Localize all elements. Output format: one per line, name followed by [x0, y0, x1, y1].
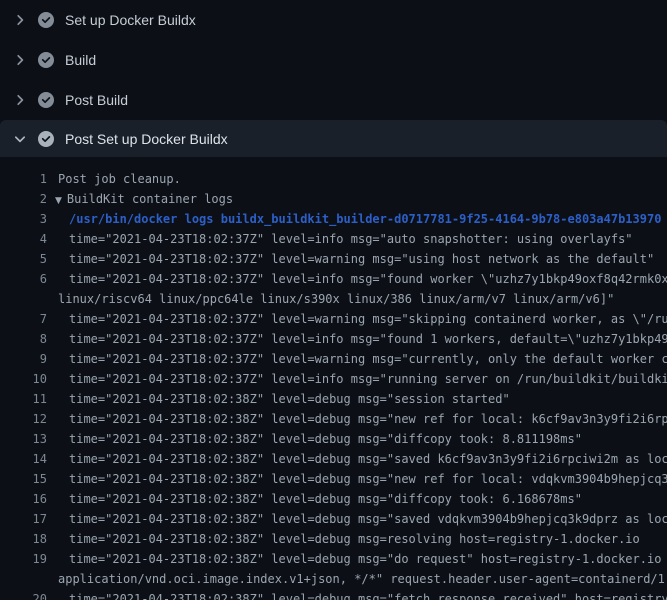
chevron-right-icon: [12, 52, 28, 68]
log-row: 8time="2021-04-23T18:02:37Z" level=info …: [0, 329, 667, 349]
chevron-down-icon: [12, 131, 28, 147]
line-number[interactable]: 17: [0, 509, 47, 529]
chevron-right-icon: [12, 92, 28, 108]
log-text: time="2021-04-23T18:02:38Z" level=debug …: [47, 509, 667, 529]
log-row: 2▼BuildKit container logs: [0, 189, 667, 209]
log-row: 10time="2021-04-23T18:02:37Z" level=info…: [0, 369, 667, 389]
log-text: time="2021-04-23T18:02:38Z" level=debug …: [47, 449, 667, 469]
line-number[interactable]: 18: [0, 529, 47, 549]
step-label: Build: [65, 52, 96, 68]
log-text: time="2021-04-23T18:02:37Z" level=info m…: [47, 369, 667, 389]
line-number[interactable]: 16: [0, 489, 47, 509]
log-row: 12time="2021-04-23T18:02:38Z" level=debu…: [0, 409, 667, 429]
line-number[interactable]: 2: [0, 189, 47, 209]
step-label: Set up Docker Buildx: [65, 12, 196, 28]
log-viewer: 1Post job cleanup.2▼BuildKit container l…: [0, 157, 667, 600]
log-text: time="2021-04-23T18:02:38Z" level=debug …: [47, 549, 667, 569]
line-number[interactable]: 6: [0, 269, 47, 289]
line-number[interactable]: 10: [0, 369, 47, 389]
log-row: 3/usr/bin/docker logs buildx_buildkit_bu…: [0, 209, 667, 229]
line-number[interactable]: 14: [0, 449, 47, 469]
check-circle-icon: [38, 92, 54, 108]
log-text: time="2021-04-23T18:02:37Z" level=info m…: [47, 269, 667, 289]
log-text: time="2021-04-23T18:02:37Z" level=info m…: [47, 229, 633, 249]
log-row: 18time="2021-04-23T18:02:38Z" level=debu…: [0, 529, 667, 549]
check-circle-icon: [38, 52, 54, 68]
line-number[interactable]: 13: [0, 429, 47, 449]
log-text: time="2021-04-23T18:02:38Z" level=debug …: [47, 529, 640, 549]
line-number[interactable]: 5: [0, 249, 47, 269]
line-number[interactable]: 19: [0, 549, 47, 569]
log-row: 15time="2021-04-23T18:02:38Z" level=debu…: [0, 469, 667, 489]
log-row: linux/riscv64 linux/ppc64le linux/s390x …: [0, 289, 667, 309]
log-row: 1Post job cleanup.: [0, 169, 667, 189]
line-number[interactable]: 11: [0, 389, 47, 409]
log-text: time="2021-04-23T18:02:37Z" level=info m…: [47, 329, 667, 349]
check-circle-icon: [38, 12, 54, 28]
log-row: 19time="2021-04-23T18:02:38Z" level=debu…: [0, 549, 667, 569]
log-row: 17time="2021-04-23T18:02:38Z" level=debu…: [0, 509, 667, 529]
step-label: Post Build: [65, 92, 128, 108]
log-text: linux/riscv64 linux/ppc64le linux/s390x …: [47, 289, 614, 309]
log-row: 5time="2021-04-23T18:02:37Z" level=warni…: [0, 249, 667, 269]
step-row-post-build[interactable]: Post Build: [0, 80, 667, 120]
line-number[interactable]: 3: [0, 209, 47, 229]
log-row: 14time="2021-04-23T18:02:38Z" level=debu…: [0, 449, 667, 469]
line-number[interactable]: 4: [0, 229, 47, 249]
log-text: time="2021-04-23T18:02:38Z" level=debug …: [47, 589, 667, 600]
log-row: 11time="2021-04-23T18:02:38Z" level=debu…: [0, 389, 667, 409]
log-text: Post job cleanup.: [47, 169, 181, 189]
check-circle-icon: [38, 131, 54, 147]
step-row-build[interactable]: Build: [0, 40, 667, 80]
log-text: time="2021-04-23T18:02:38Z" level=debug …: [47, 429, 582, 449]
log-text: time="2021-04-23T18:02:38Z" level=debug …: [47, 489, 582, 509]
log-row: 6time="2021-04-23T18:02:37Z" level=info …: [0, 269, 667, 289]
log-text: time="2021-04-23T18:02:37Z" level=warnin…: [47, 349, 667, 369]
log-text: time="2021-04-23T18:02:37Z" level=warnin…: [47, 309, 667, 329]
log-command-text: /usr/bin/docker logs buildx_buildkit_bui…: [47, 209, 661, 229]
line-number[interactable]: 1: [0, 169, 47, 189]
line-number[interactable]: 9: [0, 349, 47, 369]
log-text: time="2021-04-23T18:02:38Z" level=debug …: [47, 469, 667, 489]
log-group-toggle[interactable]: BuildKit container logs: [62, 189, 233, 209]
line-number[interactable]: 20: [0, 589, 47, 600]
step-label: Post Set up Docker Buildx: [65, 131, 228, 147]
log-text: time="2021-04-23T18:02:37Z" level=warnin…: [47, 249, 654, 269]
chevron-right-icon: [12, 12, 28, 28]
log-row: 9time="2021-04-23T18:02:37Z" level=warni…: [0, 349, 667, 369]
steps-list: Set up Docker Buildx Build Post Build Post …: [0, 0, 667, 157]
log-row: 16time="2021-04-23T18:02:38Z" level=debu…: [0, 489, 667, 509]
log-row: 20time="2021-04-23T18:02:38Z" level=debu…: [0, 589, 667, 600]
line-number[interactable]: 12: [0, 409, 47, 429]
triangle-down-icon[interactable]: ▼: [47, 191, 62, 209]
log-text: application/vnd.oci.image.index.v1+json,…: [47, 569, 667, 589]
log-text: time="2021-04-23T18:02:38Z" level=debug …: [47, 409, 667, 429]
line-number[interactable]: 8: [0, 329, 47, 349]
log-row: application/vnd.oci.image.index.v1+json,…: [0, 569, 667, 589]
log-row: 13time="2021-04-23T18:02:38Z" level=debu…: [0, 429, 667, 449]
step-row-post-set-up-docker-buildx[interactable]: Post Set up Docker Buildx: [0, 120, 667, 157]
line-number[interactable]: 15: [0, 469, 47, 489]
line-number[interactable]: 7: [0, 309, 47, 329]
log-row: 7time="2021-04-23T18:02:37Z" level=warni…: [0, 309, 667, 329]
log-row: 4time="2021-04-23T18:02:37Z" level=info …: [0, 229, 667, 249]
step-row-set-up-docker-buildx[interactable]: Set up Docker Buildx: [0, 0, 667, 40]
log-text: time="2021-04-23T18:02:38Z" level=debug …: [47, 389, 510, 409]
